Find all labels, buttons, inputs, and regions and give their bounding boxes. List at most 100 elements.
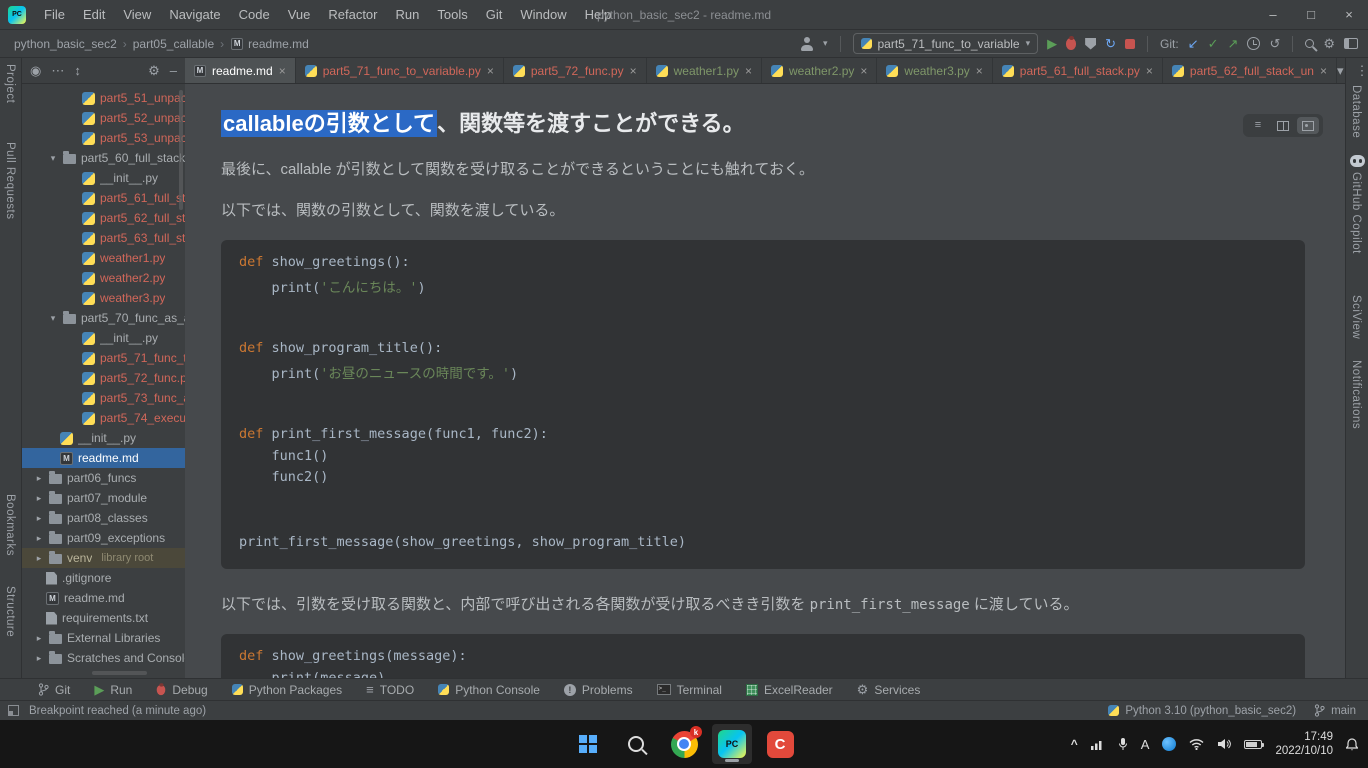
git-branch-widget[interactable]: main — [1314, 704, 1356, 717]
toolwindow-database[interactable]: Database — [1350, 85, 1362, 138]
tree-folder[interactable]: ▸part09_exceptions — [22, 528, 185, 548]
tree-item[interactable]: part5_51_unpack_arg — [22, 88, 185, 108]
chevron-right-icon[interactable]: ▸ — [34, 653, 44, 664]
toolwindow-run[interactable]: ▶Run — [84, 679, 142, 701]
locate-file-icon[interactable]: ◉ — [30, 64, 41, 77]
tab-part5-61[interactable]: part5_61_full_stack.py× — [993, 58, 1163, 83]
settings-gear-icon[interactable]: ⚙ — [1323, 37, 1335, 50]
tray-app-icon[interactable] — [1162, 737, 1176, 751]
toolwindow-pull-requests[interactable]: Pull Requests — [4, 142, 16, 219]
menu-refactor[interactable]: Refactor — [319, 0, 386, 30]
chevron-down-icon[interactable]: ▾ — [48, 153, 58, 164]
github-copilot-icon[interactable] — [1350, 155, 1365, 167]
tree-item[interactable]: part5_63_full_stack_u — [22, 228, 185, 248]
tree-item[interactable]: part5_62_full_stack_u — [22, 208, 185, 228]
menu-edit[interactable]: Edit — [74, 0, 114, 30]
notification-bell-icon[interactable] — [1346, 738, 1358, 751]
battery-icon[interactable] — [1244, 740, 1262, 749]
coverage-button[interactable] — [1085, 38, 1096, 50]
split-mode-icon[interactable] — [1272, 117, 1294, 134]
tab-close-icon[interactable]: × — [976, 64, 983, 78]
menu-vue[interactable]: Vue — [279, 0, 320, 30]
search-icon[interactable] — [1305, 39, 1314, 48]
more-options-icon[interactable]: ⋮ — [1356, 64, 1368, 77]
tab-close-icon[interactable]: × — [860, 64, 867, 78]
tab-part5-72[interactable]: part5_72_func.py× — [504, 58, 647, 83]
tree-item[interactable]: weather2.py — [22, 268, 185, 288]
tree-item[interactable]: part5_74_execute_fun — [22, 408, 185, 428]
chrome-app-button[interactable]: k — [664, 724, 704, 764]
menu-file[interactable]: File — [35, 0, 74, 30]
chevron-right-icon[interactable]: ▸ — [34, 553, 44, 564]
toolwindow-bookmarks[interactable]: Bookmarks — [4, 494, 16, 556]
git-push-button[interactable]: ↗ — [1228, 37, 1239, 50]
chevron-right-icon[interactable]: ▸ — [34, 513, 44, 524]
pycharm-logo-icon[interactable]: PC — [8, 6, 26, 24]
tree-folder[interactable]: ▾part5_60_full_stack — [22, 148, 185, 168]
tree-item[interactable]: part5_53_unpack_arg — [22, 128, 185, 148]
tree-folder-external-libraries[interactable]: ▸External Libraries — [22, 628, 185, 648]
chevron-down-icon[interactable]: ▾ — [48, 313, 58, 324]
tree-item[interactable]: __init__.py — [22, 428, 185, 448]
tree-folder[interactable]: ▸part07_module — [22, 488, 185, 508]
tree-item[interactable]: requirements.txt — [22, 608, 185, 628]
settings-gear-icon[interactable]: ⚙ — [148, 64, 160, 77]
user-account-icon[interactable] — [800, 37, 814, 51]
expand-collapse-icon[interactable]: ↕ — [74, 64, 81, 77]
red-app-button[interactable]: C — [760, 724, 800, 764]
toolwindow-python-console[interactable]: Python Console — [428, 679, 550, 701]
tree-item[interactable]: __init__.py — [22, 168, 185, 188]
tree-item[interactable]: .gitignore — [22, 568, 185, 588]
volume-icon[interactable] — [1217, 738, 1231, 750]
menu-tools[interactable]: Tools — [428, 0, 476, 30]
rollback-button[interactable]: ↺ — [1269, 37, 1280, 50]
minimize-button[interactable]: – — [1254, 0, 1292, 30]
toolwindow-switcher-icon[interactable] — [8, 705, 19, 716]
menu-git[interactable]: Git — [477, 0, 512, 30]
taskbar-clock[interactable]: 17:49 2022/10/10 — [1275, 730, 1333, 758]
editor-only-mode-icon[interactable]: ≡ — [1247, 117, 1269, 134]
chevron-right-icon[interactable]: ▸ — [34, 633, 44, 644]
toolwindow-todo[interactable]: ≡TODO — [356, 679, 424, 701]
tree-scrollbar[interactable] — [179, 90, 183, 210]
stop-button[interactable] — [1125, 39, 1135, 49]
debug-button[interactable] — [1066, 38, 1076, 50]
tab-weather2[interactable]: weather2.py× — [762, 58, 877, 83]
tab-close-icon[interactable]: × — [1320, 64, 1327, 78]
maximize-button[interactable]: □ — [1292, 0, 1330, 30]
tree-item[interactable]: part5_52_unpack_arg — [22, 108, 185, 128]
run-button[interactable]: ▶ — [1047, 37, 1057, 50]
toolwindow-sciview[interactable]: SciView — [1350, 295, 1362, 339]
tree-horizontal-scrollbar[interactable] — [92, 671, 147, 675]
run-configuration-select[interactable]: part5_71_func_to_variable ▾ — [853, 33, 1039, 54]
menu-run[interactable]: Run — [387, 0, 429, 30]
restart-button[interactable]: ↻ — [1105, 37, 1116, 50]
tree-item[interactable]: readme.md — [22, 588, 185, 608]
tree-item[interactable]: part5_72_func.py — [22, 368, 185, 388]
toolwindow-debug[interactable]: Debug — [146, 679, 217, 701]
hide-panel-icon[interactable]: – — [170, 64, 177, 77]
toolwindow-github-copilot[interactable]: GitHub Copilot — [1350, 172, 1362, 254]
tab-weather3[interactable]: weather3.py× — [877, 58, 992, 83]
toolwindow-terminal[interactable]: Terminal — [647, 679, 732, 701]
tree-item[interactable]: part5_71_func_to_var — [22, 348, 185, 368]
tab-close-icon[interactable]: × — [745, 64, 752, 78]
menu-window[interactable]: Window — [511, 0, 575, 30]
hidden-icons-chevron[interactable]: ^ — [1071, 737, 1078, 751]
tree-item[interactable]: part5_73_func_and_m — [22, 388, 185, 408]
tab-part5-62[interactable]: part5_62_full_stack_un× — [1163, 58, 1337, 83]
tree-folder[interactable]: ▸part08_classes — [22, 508, 185, 528]
start-button[interactable] — [568, 724, 608, 764]
chevron-right-icon[interactable]: ▸ — [34, 473, 44, 484]
tab-close-icon[interactable]: × — [279, 64, 286, 78]
layout-icon[interactable] — [1344, 38, 1358, 49]
menu-view[interactable]: View — [114, 0, 160, 30]
hidden-tabs-chevron-icon[interactable]: ▾ — [1337, 64, 1344, 77]
microphone-icon[interactable] — [1118, 738, 1128, 751]
tree-item[interactable]: weather3.py — [22, 288, 185, 308]
toolwindow-structure[interactable]: Structure — [4, 586, 16, 637]
close-button[interactable]: × — [1330, 0, 1368, 30]
toolwindow-python-packages[interactable]: Python Packages — [222, 679, 352, 701]
chevron-right-icon[interactable]: ▸ — [34, 533, 44, 544]
history-icon[interactable] — [1247, 37, 1260, 50]
